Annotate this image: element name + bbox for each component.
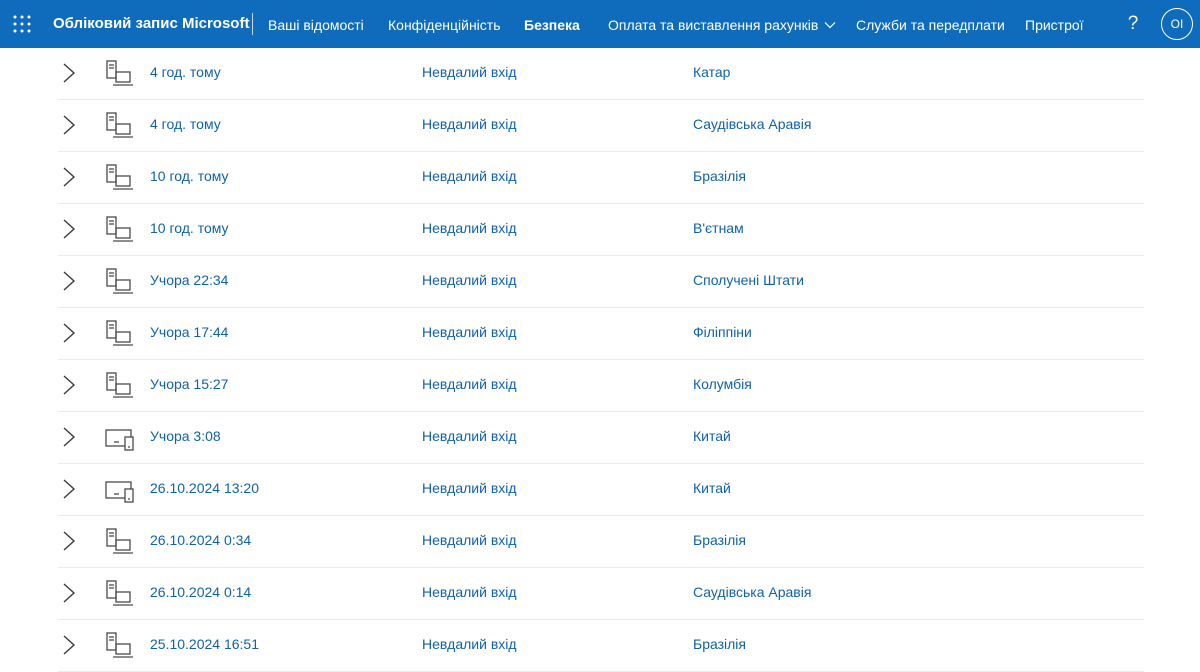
activity-row-12[interactable]: 25.10.2024 16:51 Невдалий вхід Бразілія bbox=[58, 620, 1144, 672]
nav-devices[interactable]: Пристрої bbox=[1025, 0, 1084, 48]
activity-location[interactable]: Саудівська Аравія bbox=[693, 568, 811, 616]
activity-status[interactable]: Невдалий вхід bbox=[422, 464, 517, 512]
chevron-right-icon[interactable] bbox=[62, 62, 76, 84]
activity-status[interactable]: Невдалий вхід bbox=[422, 100, 517, 148]
activity-location[interactable]: Філіппіни bbox=[693, 308, 752, 356]
desktop-computer-icon bbox=[106, 320, 133, 346]
activity-location[interactable]: Бразілія bbox=[693, 516, 746, 564]
desktop-computer-icon bbox=[106, 528, 133, 554]
activity-location[interactable]: Колумбія bbox=[693, 360, 752, 408]
activity-row-4[interactable]: 10 год. тому Невдалий вхід В'єтнам bbox=[58, 204, 1144, 256]
multi-device-icon bbox=[105, 481, 134, 503]
account-avatar[interactable]: OI bbox=[1161, 8, 1193, 40]
activity-location[interactable]: Сполучені Штати bbox=[693, 256, 804, 304]
activity-row-2[interactable]: 4 год. тому Невдалий вхід Саудівська Ара… bbox=[58, 100, 1144, 152]
activity-time[interactable]: 26.10.2024 13:20 bbox=[150, 464, 259, 512]
activity-row-1[interactable]: 4 год. тому Невдалий вхід Катар bbox=[58, 48, 1144, 100]
chevron-right-icon[interactable] bbox=[62, 166, 76, 188]
nav-services-subscriptions[interactable]: Служби та передплати bbox=[856, 0, 1005, 48]
activity-status[interactable]: Невдалий вхід bbox=[422, 48, 517, 96]
nav-payment-billing[interactable]: Оплата та виставлення рахунків bbox=[608, 0, 836, 48]
activity-time[interactable]: Учора 3:08 bbox=[150, 412, 221, 460]
activity-status[interactable]: Невдалий вхід bbox=[422, 412, 517, 460]
activity-status[interactable]: Невдалий вхід bbox=[422, 360, 517, 408]
activity-location[interactable]: Китай bbox=[693, 412, 731, 460]
activity-status[interactable]: Невдалий вхід bbox=[422, 568, 517, 616]
activity-time[interactable]: 25.10.2024 16:51 bbox=[150, 620, 259, 668]
chevron-right-icon[interactable] bbox=[62, 374, 76, 396]
activity-status[interactable]: Невдалий вхід bbox=[422, 620, 517, 668]
recent-activity-list: 4 год. тому Невдалий вхід Катар 4 год. т… bbox=[0, 48, 1200, 672]
activity-location[interactable]: Катар bbox=[693, 48, 730, 96]
chevron-right-icon[interactable] bbox=[62, 218, 76, 240]
activity-location[interactable]: Бразілія bbox=[693, 620, 746, 668]
multi-device-icon bbox=[105, 429, 134, 451]
activity-row-3[interactable]: 10 год. тому Невдалий вхід Бразілія bbox=[58, 152, 1144, 204]
desktop-computer-icon bbox=[106, 60, 133, 86]
activity-time[interactable]: 10 год. тому bbox=[150, 152, 229, 200]
activity-time[interactable]: Учора 17:44 bbox=[150, 308, 228, 356]
desktop-computer-icon bbox=[106, 112, 133, 138]
activity-status[interactable]: Невдалий вхід bbox=[422, 308, 517, 356]
activity-status[interactable]: Невдалий вхід bbox=[422, 516, 517, 564]
chevron-down-icon bbox=[824, 22, 836, 29]
chevron-right-icon[interactable] bbox=[62, 582, 76, 604]
chevron-right-icon[interactable] bbox=[62, 634, 76, 656]
desktop-computer-icon bbox=[106, 580, 133, 606]
activity-status[interactable]: Невдалий вхід bbox=[422, 204, 517, 252]
activity-status[interactable]: Невдалий вхід bbox=[422, 256, 517, 304]
activity-location[interactable]: Китай bbox=[693, 464, 731, 512]
activity-location[interactable]: Саудівська Аравія bbox=[693, 100, 811, 148]
nav-privacy[interactable]: Конфіденційність bbox=[388, 0, 501, 48]
activity-row-7[interactable]: Учора 15:27 Невдалий вхід Колумбія bbox=[58, 360, 1144, 412]
activity-location[interactable]: Бразілія bbox=[693, 152, 746, 200]
app-launcher-icon[interactable] bbox=[13, 15, 31, 33]
chevron-right-icon[interactable] bbox=[62, 530, 76, 552]
activity-row-6[interactable]: Учора 17:44 Невдалий вхід Філіппіни bbox=[58, 308, 1144, 360]
activity-time[interactable]: 4 год. тому bbox=[150, 100, 221, 148]
nav-security[interactable]: Безпека bbox=[524, 0, 580, 48]
chevron-right-icon[interactable] bbox=[62, 270, 76, 292]
activity-time[interactable]: Учора 22:34 bbox=[150, 256, 228, 304]
activity-time[interactable]: 10 год. тому bbox=[150, 204, 229, 252]
desktop-computer-icon bbox=[106, 632, 133, 658]
activity-row-11[interactable]: 26.10.2024 0:14 Невдалий вхід Саудівська… bbox=[58, 568, 1144, 620]
desktop-computer-icon bbox=[106, 268, 133, 294]
activity-status[interactable]: Невдалий вхід bbox=[422, 152, 517, 200]
desktop-computer-icon bbox=[106, 372, 133, 398]
activity-row-9[interactable]: 26.10.2024 13:20 Невдалий вхід Китай bbox=[58, 464, 1144, 516]
chevron-right-icon[interactable] bbox=[62, 426, 76, 448]
activity-time[interactable]: 26.10.2024 0:14 bbox=[150, 568, 251, 616]
desktop-computer-icon bbox=[106, 164, 133, 190]
nav-payment-billing-label: Оплата та виставлення рахунків bbox=[608, 17, 819, 33]
brand-divider bbox=[252, 13, 253, 35]
top-navigation-bar: Обліковий запис Microsoft Ваші відомості… bbox=[0, 0, 1200, 48]
desktop-computer-icon bbox=[106, 216, 133, 242]
activity-time[interactable]: 26.10.2024 0:34 bbox=[150, 516, 251, 564]
chevron-right-icon[interactable] bbox=[62, 478, 76, 500]
chevron-right-icon[interactable] bbox=[62, 114, 76, 136]
activity-time[interactable]: Учора 15:27 bbox=[150, 360, 228, 408]
activity-row-5[interactable]: Учора 22:34 Невдалий вхід Сполучені Штат… bbox=[58, 256, 1144, 308]
chevron-right-icon[interactable] bbox=[62, 322, 76, 344]
activity-time[interactable]: 4 год. тому bbox=[150, 48, 221, 96]
activity-row-8[interactable]: Учора 3:08 Невдалий вхід Китай bbox=[58, 412, 1144, 464]
activity-location[interactable]: В'єтнам bbox=[693, 204, 744, 252]
activity-row-10[interactable]: 26.10.2024 0:34 Невдалий вхід Бразілія bbox=[58, 516, 1144, 568]
nav-your-info[interactable]: Ваші відомості bbox=[268, 0, 364, 48]
help-icon[interactable]: ? bbox=[1125, 0, 1141, 48]
brand-title[interactable]: Обліковий запис Microsoft bbox=[53, 0, 249, 48]
